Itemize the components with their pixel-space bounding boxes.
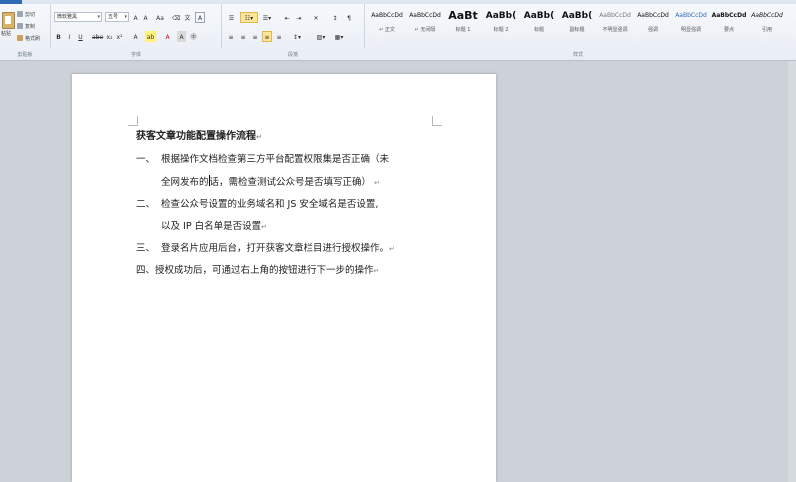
align-left-icon[interactable]: ≡ [226, 31, 236, 42]
font-size-select[interactable]: 五号 ▾ [105, 12, 129, 22]
increase-indent-icon[interactable]: ⇥ [294, 12, 304, 23]
copy-button[interactable]: 复制 [25, 23, 35, 30]
justify-icon[interactable]: ≡ [262, 31, 272, 42]
document-page[interactable]: 获客文章功能配置操作流程↵ 一、 根据操作文档检查第三方平台配置权限集是否正确（… [72, 74, 496, 482]
style-intense-emphasis[interactable]: AaBbCcDd 明显强调 [672, 6, 710, 42]
superscript-button[interactable]: x² [115, 31, 124, 42]
font-family-select[interactable]: 微软雅黑 ▾ [54, 12, 102, 22]
vertical-scrollbar[interactable] [788, 61, 796, 482]
strikethrough-button[interactable]: abe [91, 31, 103, 42]
format-painter-icon[interactable] [17, 35, 23, 41]
cut-button[interactable]: 剪切 [25, 11, 35, 18]
bullets-icon[interactable]: ☰ [226, 12, 237, 23]
clipboard-group-label: 剪贴板 [17, 52, 33, 58]
font-group: 微软雅黑 ▾ 五号 ▾ A A Aa ⌫ 文 A B I U abe x₂ x² A… [51, 4, 222, 58]
style-title[interactable]: AaBb(标题 [520, 6, 558, 42]
format-painter-button[interactable]: 格式刷 [25, 35, 40, 42]
shading-icon[interactable]: ▧▾ [314, 31, 328, 42]
style-emphasis[interactable]: AaBbCcDd 强调 [634, 6, 672, 42]
margin-corner-mark [432, 116, 442, 126]
list-item-3-number: 三、 [136, 243, 156, 254]
list-item-2-line-1: 检查公众号设置的业务域名和 JS 安全域名是否设置, [161, 199, 379, 210]
enclose-character-icon[interactable]: ㊥ [189, 31, 198, 42]
sort-icon[interactable]: ↕ [330, 12, 340, 23]
style-normal[interactable]: AaBbCcDd ↵ 正文 [368, 6, 406, 42]
font-family-value: 微软雅黑 [57, 14, 78, 20]
paragraph-group-label: 段落 [287, 52, 298, 58]
underline-button[interactable]: U [76, 31, 85, 42]
cut-icon[interactable] [17, 11, 23, 17]
list-item-2-number: 二、 [136, 199, 156, 210]
style-no-spacing[interactable]: AaBbCcDd ↵ 无间隔 [406, 6, 444, 42]
show-marks-icon[interactable]: ¶ [344, 12, 354, 23]
doc-title: 获客文章功能配置操作流程↵ [136, 131, 262, 142]
paste-button[interactable]: 粘贴 [1, 30, 11, 37]
bold-button[interactable]: B [54, 31, 63, 42]
styles-gallery: AaBbCcDd ↵ 正文 AaBbCcDd ↵ 无间隔 AaBt 标题 1 AaBb… [368, 6, 788, 42]
grow-font-button[interactable]: A [131, 12, 140, 23]
style-strong[interactable]: AaBbCcDd 要点 [710, 6, 748, 42]
list-item-1-line-2: 全网发布的话，需检查测试公众号是否填写正确） ↵ [161, 175, 380, 188]
copy-icon[interactable] [17, 23, 23, 29]
style-subtle-emphasis[interactable]: AaBbCcDd 不明显强调 [596, 6, 634, 42]
chevron-down-icon: ▾ [124, 14, 127, 20]
multilevel-list-icon[interactable]: ☰▾ [260, 12, 274, 23]
style-heading-2[interactable]: AaBb(标题 2 [482, 6, 520, 42]
character-border-icon[interactable]: A [195, 12, 205, 23]
list-item-1-line-1: 根据操作文档检查第三方平台配置权限集是否正确（未 [161, 154, 390, 165]
numbering-icon[interactable]: ☷▾ [240, 12, 258, 23]
style-quote[interactable]: AaBbCcDd 引用 [748, 6, 786, 42]
text-effects-icon[interactable]: A [131, 31, 140, 42]
chinese-layout-icon[interactable]: ✕ [310, 12, 322, 23]
paragraph-group: ☰ ☷▾ ☰▾ ⇤ ⇥ ✕ ↕ ¶ ≡ ≡ ≡ ≡ ≡ ↕▾ ▧▾ ▦▾ 段落 [222, 4, 365, 58]
list-item-4: 四、授权成功后，可通过右上角的按钮进行下一步的操作↵ [136, 265, 380, 276]
shrink-font-button[interactable]: A [141, 12, 150, 23]
style-subtitle[interactable]: AaBb(副标题 [558, 6, 596, 42]
margin-corner-mark [128, 116, 138, 126]
list-item-1-number: 一、 [136, 154, 156, 165]
font-color-icon[interactable]: A [163, 31, 172, 42]
clear-format-icon[interactable]: ⌫ [171, 12, 180, 23]
subscript-button[interactable]: x₂ [105, 31, 114, 42]
paste-icon[interactable] [2, 12, 15, 29]
chevron-down-icon: ▾ [97, 14, 100, 20]
phonetic-guide-icon[interactable]: 文 [183, 12, 192, 23]
clipboard-group: 粘贴 剪切 复制 格式刷 剪贴板 [0, 4, 51, 58]
line-spacing-icon[interactable]: ↕▾ [290, 31, 304, 42]
list-item-3-line-1: 登录名片应用后台，打开获客文章栏目进行授权操作。↵ [161, 243, 395, 254]
distributed-icon[interactable]: ≡ [274, 31, 284, 42]
borders-icon[interactable]: ▦▾ [332, 31, 346, 42]
italic-button[interactable]: I [65, 31, 74, 42]
align-right-icon[interactable]: ≡ [250, 31, 260, 42]
font-size-value: 五号 [108, 14, 119, 20]
ribbon: 粘贴 剪切 复制 格式刷 剪贴板 微软雅黑 ▾ 五号 ▾ A A Aa ⌫ 文 A … [0, 0, 796, 61]
change-case-button[interactable]: Aa [154, 12, 166, 23]
style-heading-1[interactable]: AaBt 标题 1 [444, 6, 482, 42]
align-center-icon[interactable]: ≡ [238, 31, 248, 42]
highlight-icon[interactable]: ab [145, 31, 156, 42]
list-item-2-line-2: 以及 IP 白名单是否设置↵ [161, 221, 267, 232]
font-group-label: 字体 [130, 52, 141, 58]
character-shading-icon[interactable]: A [177, 31, 186, 42]
styles-group-label: 样式 [572, 52, 583, 58]
decrease-indent-icon[interactable]: ⇤ [282, 12, 292, 23]
